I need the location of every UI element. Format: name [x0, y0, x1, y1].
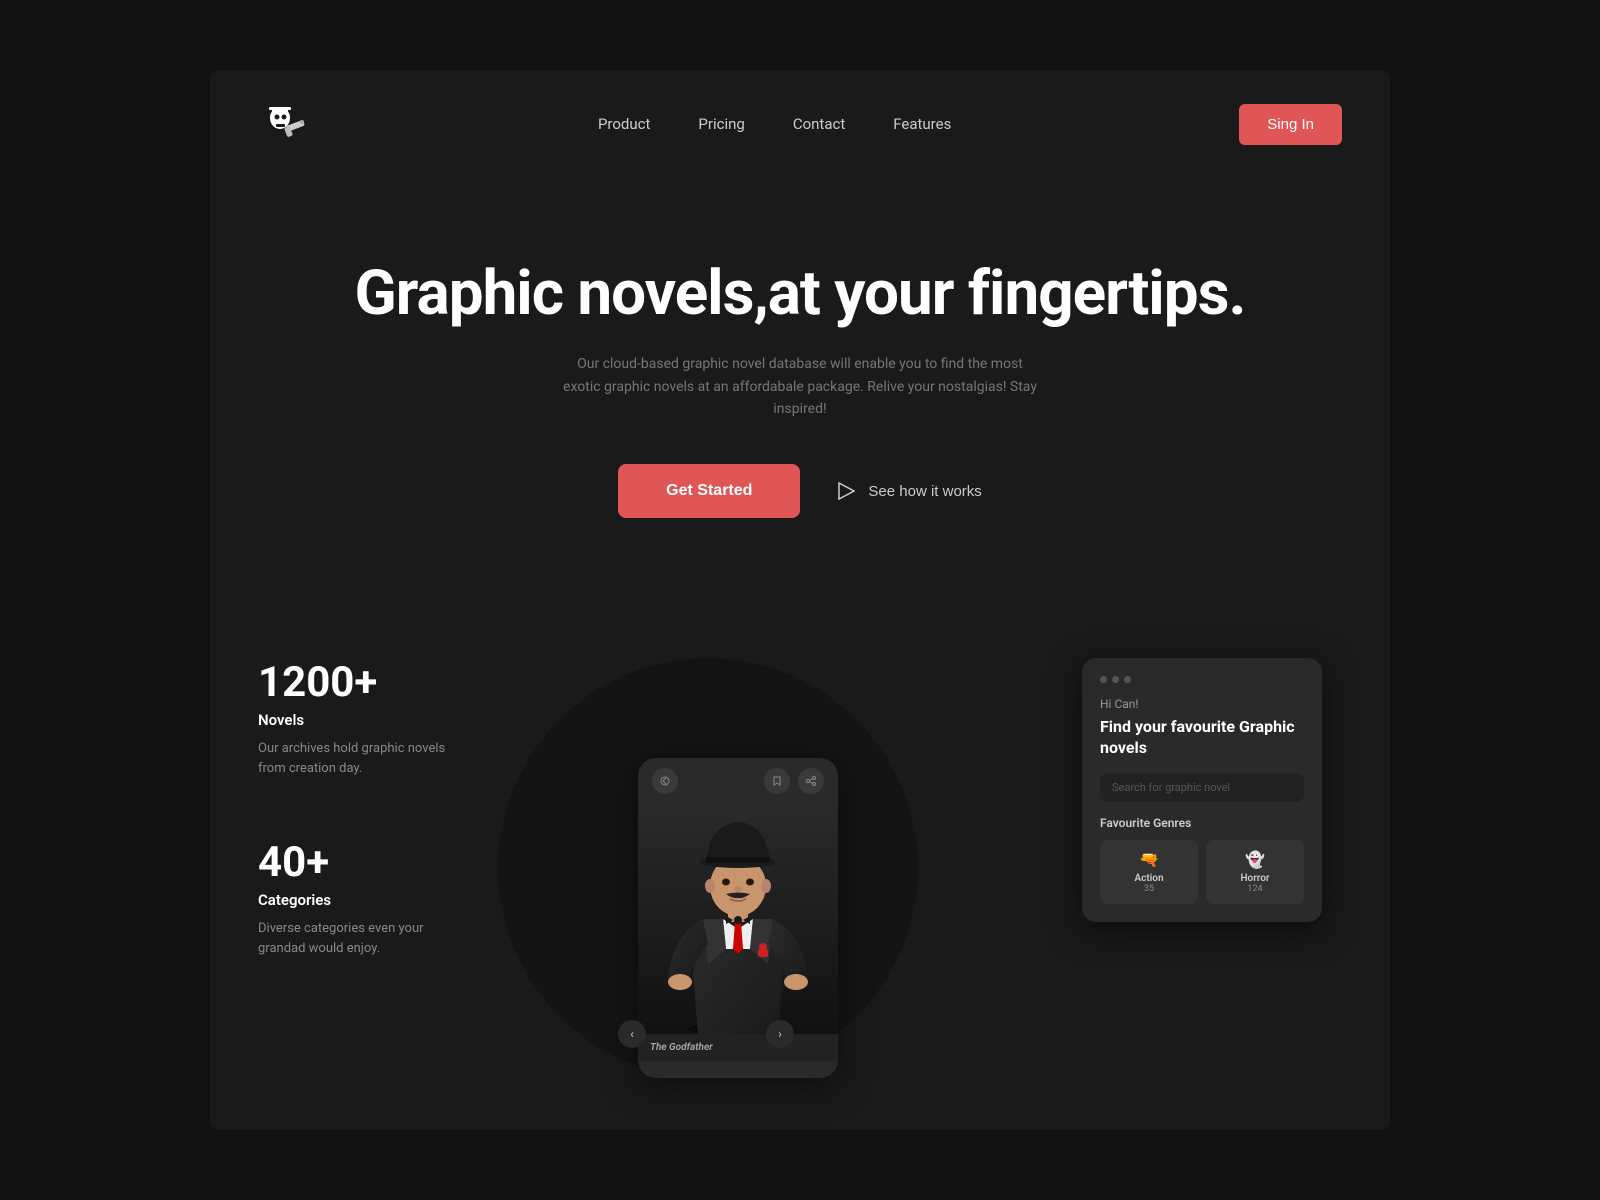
genre-horror-count: 124: [1214, 884, 1296, 894]
navbar: Product Pricing Contact Features Sing In: [210, 70, 1390, 178]
get-started-button[interactable]: Get Started: [618, 464, 800, 518]
app-card-dots: [1100, 676, 1304, 683]
phone-toolbar-right: [764, 768, 824, 794]
genre-horror-name: Horror: [1214, 873, 1296, 884]
app-card-genres-title: Favourite Genres: [1100, 816, 1304, 830]
phone-share-btn[interactable]: [798, 768, 824, 794]
dot-1: [1100, 676, 1107, 683]
stat-novels-label: Novels: [258, 711, 558, 729]
genre-action-name: Action: [1108, 873, 1190, 884]
prev-arrow[interactable]: ‹: [618, 1020, 646, 1048]
app-card-search[interactable]: Search for graphic novel: [1100, 773, 1304, 802]
genre-action[interactable]: 🔫 Action 35: [1100, 840, 1198, 904]
phone-back-btn[interactable]: [652, 768, 678, 794]
page-wrapper: Product Pricing Contact Features Sing In…: [210, 70, 1390, 1130]
phone-bookmark-btn[interactable]: [764, 768, 790, 794]
stats-section: 1200+ Novels Our archives hold graphic n…: [210, 578, 1390, 1018]
nav-contact[interactable]: Contact: [793, 115, 845, 133]
stat-novels-desc: Our archives hold graphic novels from cr…: [258, 739, 458, 778]
phone-book-image: [638, 804, 838, 1034]
signin-button[interactable]: Sing In: [1239, 104, 1342, 145]
stat-novels-number: 1200+: [258, 658, 558, 707]
dot-3: [1124, 676, 1131, 683]
app-card: Hi Can! Find your favourite Graphic nove…: [1082, 658, 1322, 922]
app-card-title: Find your favourite Graphic novels: [1100, 717, 1304, 759]
nav-pricing[interactable]: Pricing: [698, 115, 744, 133]
see-how-button[interactable]: See how it works: [836, 481, 981, 501]
hero-subtitle: Our cloud-based graphic novel database w…: [560, 353, 1040, 420]
genre-horror[interactable]: 👻 Horror 124: [1206, 840, 1304, 904]
nav-features[interactable]: Features: [893, 115, 951, 133]
visuals-area: The Godfather ‹ › Hi Can! Find your favo…: [558, 638, 1342, 1018]
nav-product[interactable]: Product: [598, 115, 650, 133]
stat-categories-desc: Diverse categories even your grandad wou…: [258, 919, 458, 958]
logo-icon: [258, 98, 310, 150]
hero-title: Graphic novels,at your fingertips.: [258, 258, 1342, 329]
genre-horror-icon: 👻: [1214, 850, 1296, 869]
phone-nav-arrows: ‹ ›: [618, 1020, 794, 1048]
hero-buttons: Get Started See how it works: [258, 464, 1342, 518]
stat-novels: 1200+ Novels Our archives hold graphic n…: [258, 658, 558, 778]
nav-links: Product Pricing Contact Features: [598, 115, 951, 133]
genres-grid: 🔫 Action 35 👻 Horror 124: [1100, 840, 1304, 904]
play-icon: [836, 481, 856, 501]
app-card-greeting: Hi Can!: [1100, 697, 1304, 711]
dot-2: [1112, 676, 1119, 683]
see-how-label: See how it works: [868, 483, 981, 500]
hero-section: Graphic novels,at your fingertips. Our c…: [210, 178, 1390, 578]
genre-action-count: 35: [1108, 884, 1190, 894]
logo: [258, 98, 310, 150]
phone-toolbar: [638, 758, 838, 804]
genre-action-icon: 🔫: [1108, 850, 1190, 869]
next-arrow[interactable]: ›: [766, 1020, 794, 1048]
